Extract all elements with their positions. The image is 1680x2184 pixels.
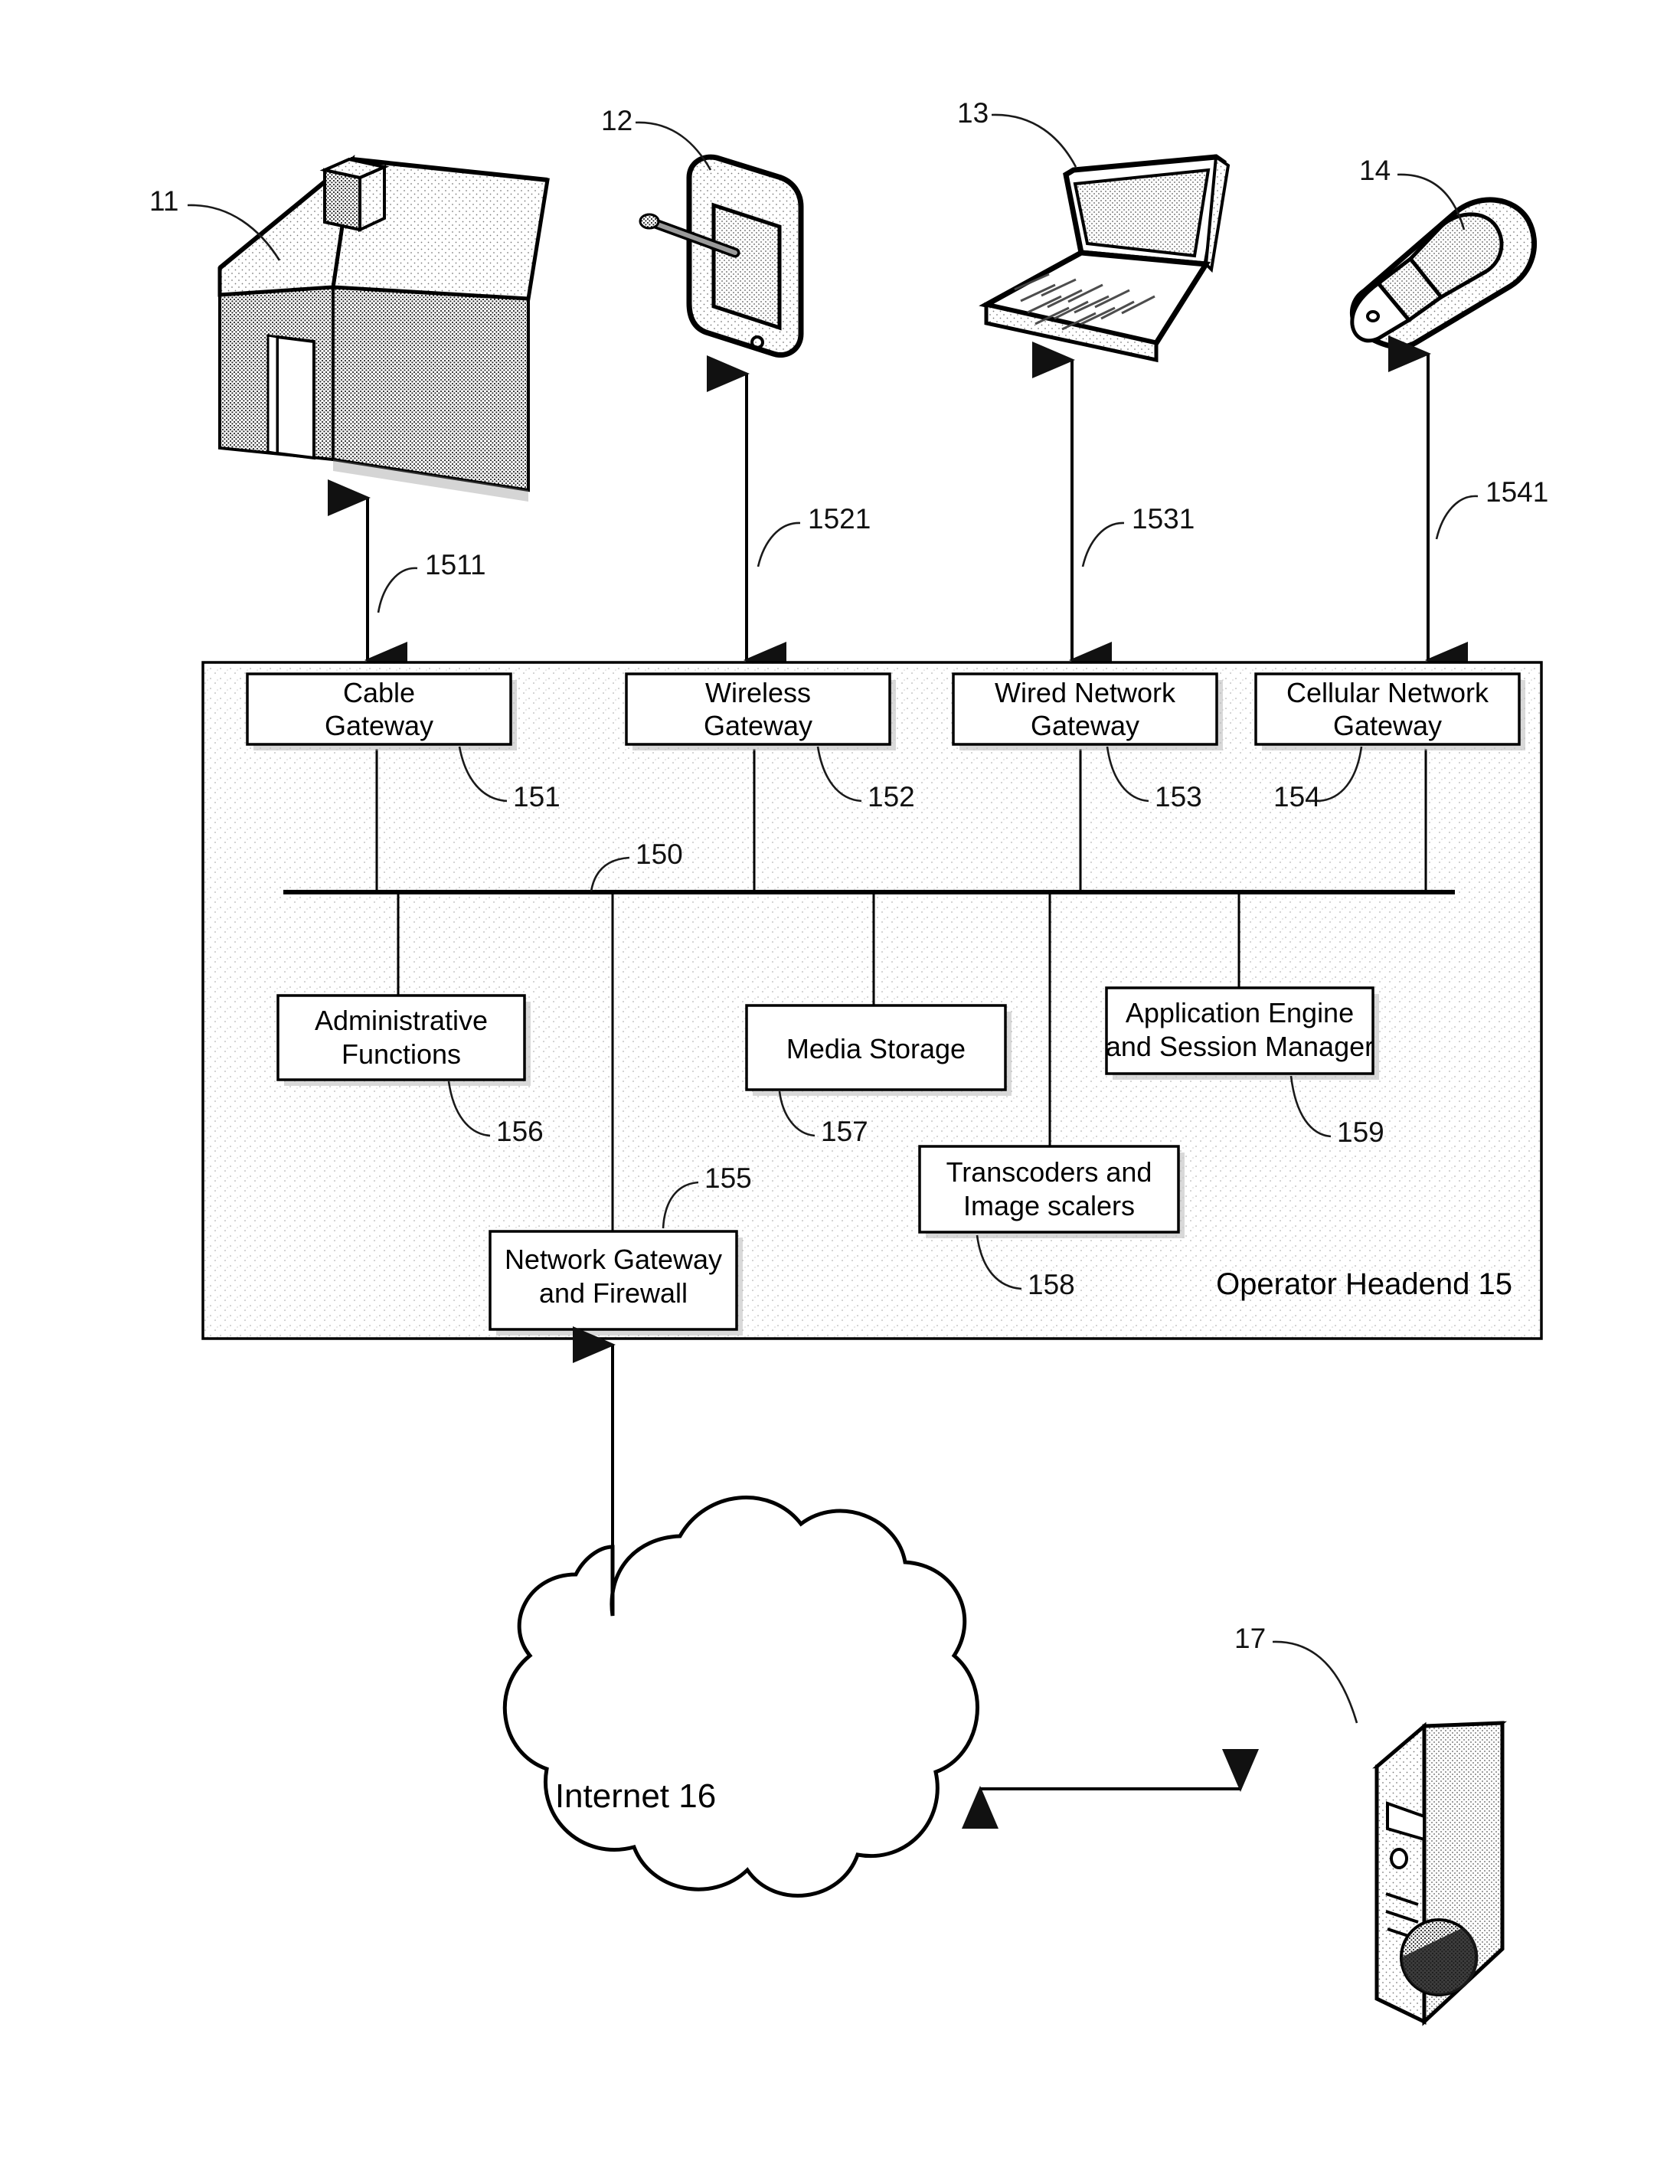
network-gateway-label-line2: and Firewall (539, 1277, 688, 1309)
network-architecture-diagram: 11 12 13 14 1511 1521 1531 1541 150 Cabl… (149, 97, 1548, 2026)
ref-label-150: 150 (636, 839, 683, 870)
server-tower-icon (1372, 1721, 1507, 2026)
ref-label-13: 13 (957, 97, 989, 129)
media-storage-label-line1: Media Storage (786, 1033, 966, 1064)
ref-label-11: 11 (149, 185, 178, 217)
cellular-gateway-label-line1: Cellular Network (1286, 677, 1489, 708)
leader-line-1511 (377, 567, 418, 613)
laptop-icon (979, 154, 1231, 363)
ref-label-153: 153 (1155, 781, 1202, 812)
wired-gateway-label-line1: Wired Network (995, 677, 1176, 708)
ref-label-155: 155 (704, 1162, 752, 1194)
ref-label-157: 157 (821, 1116, 868, 1147)
transcoders-label-line1: Transcoders and (946, 1156, 1152, 1188)
ref-label-1521: 1521 (808, 503, 871, 535)
administrative-functions-label-line2: Functions (342, 1038, 461, 1070)
ref-label-151: 151 (513, 781, 561, 812)
ref-label-17: 17 (1234, 1623, 1266, 1654)
wireless-gateway-label-line2: Gateway (704, 710, 812, 741)
wired-gateway-label-line2: Gateway (1031, 710, 1139, 741)
ref-label-14: 14 (1359, 155, 1391, 186)
leader-line-17 (1272, 1640, 1358, 1724)
administrative-functions-label-line1: Administrative (315, 1005, 488, 1036)
leader-line-1531 (1081, 521, 1125, 567)
ref-label-156: 156 (496, 1116, 544, 1147)
ref-label-154: 154 (1273, 781, 1321, 812)
ref-label-1531: 1531 (1132, 503, 1195, 535)
leader-line-1541 (1435, 495, 1479, 540)
figure-canvas: 11 12 13 14 1511 1521 1531 1541 150 Cabl… (0, 0, 1680, 2184)
internet-cloud (502, 1496, 979, 1898)
ref-label-12: 12 (601, 105, 632, 136)
wireless-gateway-label-line1: Wireless (705, 677, 811, 708)
tablet-icon (639, 154, 804, 358)
house-icon (217, 154, 550, 502)
leader-line-1521 (757, 521, 801, 567)
operator-headend-label: Operator Headend 15 (1216, 1267, 1512, 1301)
flip-phone-icon (1350, 197, 1537, 350)
cable-gateway-label-line1: Cable (343, 677, 415, 708)
transcoders-label-line2: Image scalers (963, 1190, 1135, 1221)
cable-gateway-label-line2: Gateway (325, 710, 433, 741)
ref-label-159: 159 (1337, 1117, 1384, 1148)
ref-label-152: 152 (868, 781, 915, 812)
network-gateway-label-line1: Network Gateway (505, 1244, 722, 1275)
application-engine-label-line1: Application Engine (1126, 997, 1354, 1028)
cellular-gateway-label-line2: Gateway (1333, 710, 1442, 741)
leader-line-13 (991, 113, 1077, 168)
application-engine-label-line2: and Session Manager (1106, 1031, 1374, 1062)
ref-label-1511: 1511 (425, 549, 486, 580)
internet-label: Internet 16 (555, 1777, 716, 1815)
ref-label-158: 158 (1028, 1269, 1075, 1300)
ref-label-1541: 1541 (1486, 476, 1548, 508)
